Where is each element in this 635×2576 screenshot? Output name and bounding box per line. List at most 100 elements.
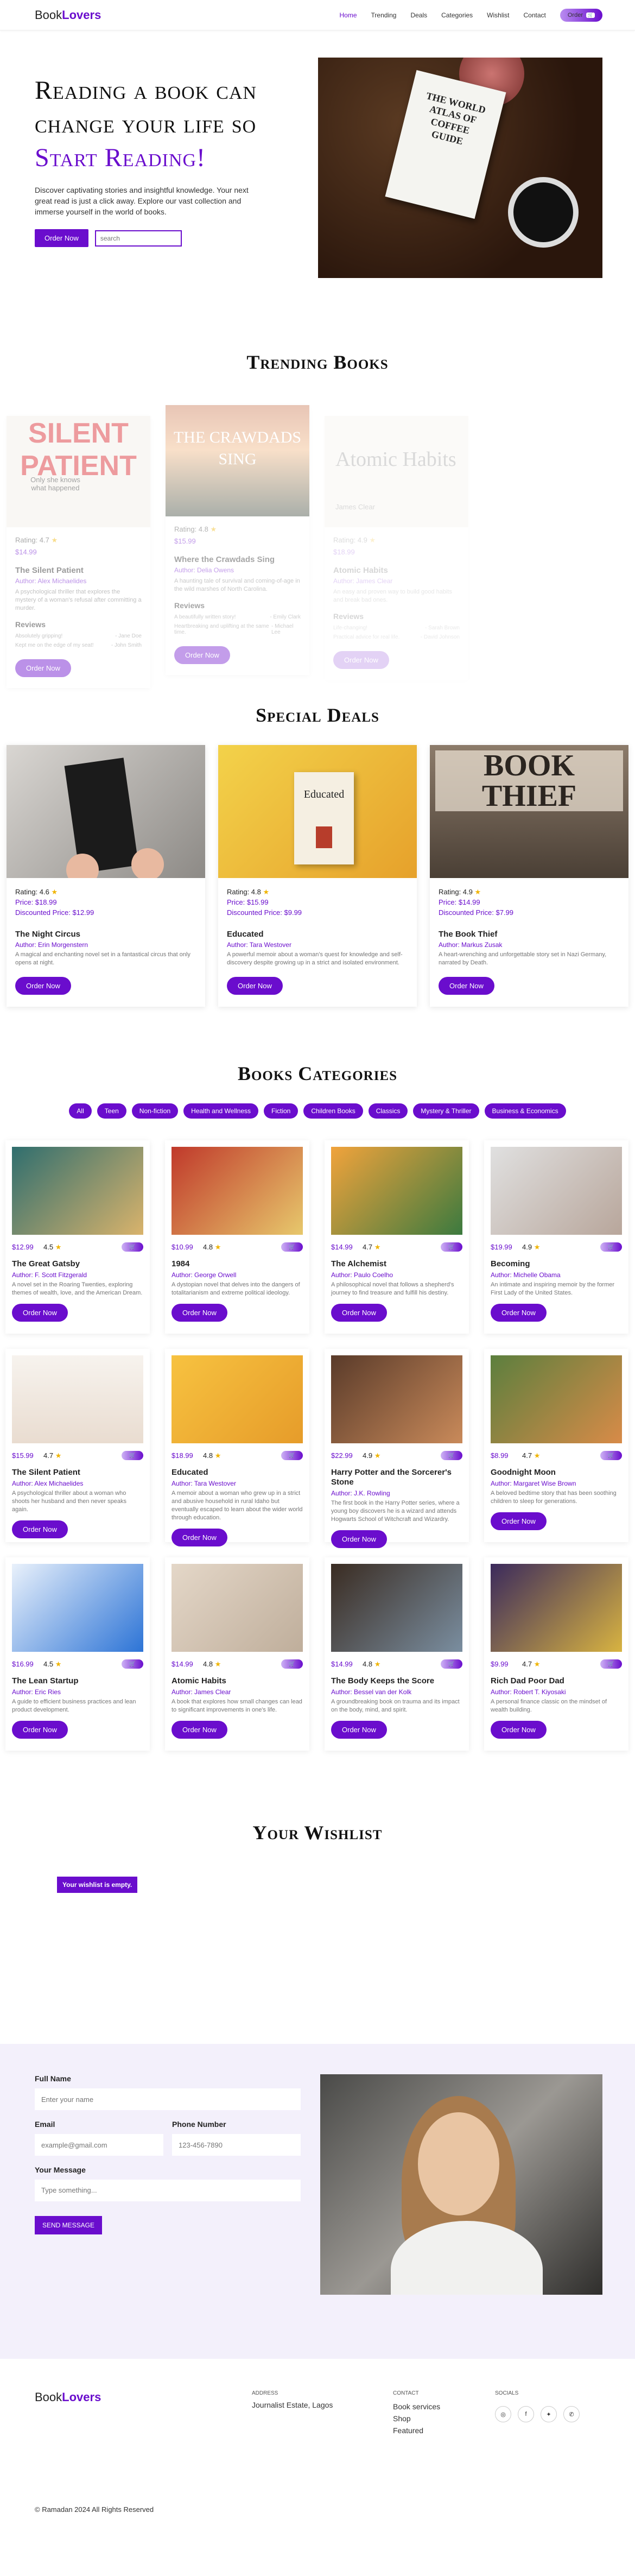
add-to-cart-button[interactable]: 🛒: [600, 1659, 622, 1669]
instagram-icon[interactable]: ◎: [495, 2406, 511, 2422]
book-title: Goodnight Moon: [491, 1468, 556, 1477]
add-to-cart-button[interactable]: 🛒: [440, 1659, 462, 1669]
order-button[interactable]: Order Now: [172, 1304, 227, 1322]
rating-text: Rating: 4.9: [333, 536, 367, 544]
book-cover: [491, 1355, 622, 1443]
order-button[interactable]: Order Now: [331, 1721, 387, 1739]
hero-line-1: Reading a book can: [35, 76, 257, 105]
footer-link-featured[interactable]: Featured: [393, 2425, 495, 2436]
footer-link-book-services[interactable]: Book services: [393, 2401, 495, 2413]
order-button[interactable]: Order Now: [491, 1512, 547, 1530]
contact-image: [320, 2074, 602, 2295]
message-textarea[interactable]: [35, 2180, 301, 2201]
contact-section: Full Name Email Phone Number Your Messag…: [0, 2044, 635, 2359]
order-button[interactable]: Order Now: [12, 1721, 68, 1739]
book-author: Author: James Clear: [172, 1688, 231, 1696]
star-icon: ★: [374, 1451, 381, 1460]
book-title: The Night Circus: [15, 930, 81, 939]
phone-label: Phone Number: [172, 2120, 226, 2129]
add-to-cart-button[interactable]: 🛒: [281, 1659, 303, 1669]
book-description: A psychological thriller about a woman w…: [12, 1490, 126, 1513]
order-button[interactable]: Order Now: [491, 1304, 547, 1322]
book-cover: [12, 1564, 143, 1652]
book-card: $9.99 4.7 ★ 🛒 Rich Dad Poor Dad Author: Robe…: [484, 1557, 628, 1751]
whatsapp-icon[interactable]: ✆: [563, 2406, 580, 2422]
star-icon: ★: [51, 888, 58, 896]
socials-heading: Socials: [495, 2390, 519, 2396]
order-button[interactable]: Order Now: [172, 1721, 227, 1739]
category-chip-mystery[interactable]: Mystery & Thriller: [413, 1103, 479, 1119]
order-button[interactable]: Order Now: [331, 1304, 387, 1322]
add-to-cart-button[interactable]: 🛒: [121, 1451, 143, 1460]
add-to-cart-button[interactable]: 🛒: [440, 1451, 462, 1460]
nav-link-deals[interactable]: Deals: [410, 11, 427, 19]
category-chip-non-fiction[interactable]: Non-fiction: [131, 1103, 179, 1119]
email-input[interactable]: [35, 2134, 163, 2156]
category-chip-children[interactable]: Children Books: [303, 1103, 363, 1119]
category-chip-health[interactable]: Health and Wellness: [183, 1103, 258, 1119]
order-button[interactable]: Order Now: [439, 977, 494, 995]
order-button[interactable]: Order Now: [172, 1529, 227, 1546]
book-author: Author: Eric Ries: [12, 1688, 61, 1696]
book-cover: [172, 1355, 303, 1443]
order-button[interactable]: Order Now: [12, 1520, 68, 1538]
book-title: Educated: [172, 1468, 208, 1477]
order-button[interactable]: Order Now: [174, 646, 230, 664]
add-to-cart-button[interactable]: 🛒: [121, 1242, 143, 1252]
add-to-cart-button[interactable]: 🛒: [600, 1242, 622, 1252]
add-to-cart-button[interactable]: 🛒: [600, 1451, 622, 1460]
rating-text: 4.5: [43, 1659, 54, 1668]
add-to-cart-button[interactable]: 🛒: [281, 1451, 303, 1460]
footer-logo[interactable]: BookLovers: [35, 2390, 252, 2404]
nav-link-categories[interactable]: Categories: [441, 11, 473, 19]
order-button[interactable]: Order Now: [333, 651, 389, 669]
order-button[interactable]: Order Now: [491, 1721, 547, 1739]
book-meta: $14.99 4.8 ★ 🛒: [331, 1659, 462, 1669]
book-rating: 4.8 ★: [203, 1660, 281, 1669]
order-button[interactable]: Order Now: [331, 1530, 387, 1548]
order-button[interactable]: Order Now: [15, 977, 71, 995]
book-description: A magical and enchanting novel set in a …: [15, 951, 190, 966]
review: Kept me on the edge of my seat! - John Sm…: [15, 642, 142, 648]
add-to-cart-button[interactable]: 🛒: [121, 1659, 143, 1669]
category-chip-teen[interactable]: Teen: [97, 1103, 126, 1119]
trending-section: Trending Books SILENT PATIENT Only she k…: [0, 307, 635, 704]
send-message-button[interactable]: SEND MESSAGE: [35, 2216, 103, 2234]
nav-order-button[interactable]: Order 🛒: [560, 8, 602, 22]
trending-card: THE CRAWDADS SING Rating: 4.8 ★ $15.99 W…: [166, 405, 309, 675]
book-author: Author: Erin Morgenstern: [15, 941, 88, 949]
hero-search-input[interactable]: [94, 230, 182, 247]
navbar: BookLovers Home Trending Deals Categorie…: [0, 0, 635, 30]
footer-link-shop[interactable]: Shop: [393, 2413, 495, 2425]
nav-link-home[interactable]: Home: [340, 11, 357, 19]
address-heading: Address: [252, 2390, 278, 2396]
hero-order-button[interactable]: Order Now: [35, 229, 88, 247]
name-input[interactable]: [35, 2088, 301, 2110]
book-meta: $10.99 4.8 ★ 🛒: [172, 1242, 303, 1252]
logo[interactable]: BookLovers: [35, 8, 101, 22]
review: Practical advice for real life. - David J…: [333, 634, 460, 640]
nav-link-contact[interactable]: Contact: [524, 11, 546, 19]
twitter-icon[interactable]: ✦: [541, 2406, 557, 2422]
phone-input[interactable]: [172, 2134, 301, 2156]
category-chip-fiction[interactable]: Fiction: [264, 1103, 299, 1119]
add-to-cart-button[interactable]: 🛒: [440, 1242, 462, 1252]
nav-link-wishlist[interactable]: Wishlist: [487, 11, 509, 19]
order-button[interactable]: Order Now: [15, 659, 71, 677]
book-description: A book that explores how small changes c…: [172, 1699, 302, 1713]
book-cover: [491, 1564, 622, 1652]
add-to-cart-button[interactable]: 🛒: [281, 1242, 303, 1252]
category-chip-all[interactable]: All: [69, 1103, 92, 1119]
order-button[interactable]: Order Now: [12, 1304, 68, 1322]
category-chip-classics[interactable]: Classics: [368, 1103, 408, 1119]
book-title: The Great Gatsby: [12, 1259, 80, 1268]
categories-section: Books Categories All Teen Non-fiction He…: [0, 1062, 635, 1751]
order-button[interactable]: Order Now: [227, 977, 283, 995]
facebook-icon[interactable]: f: [518, 2406, 534, 2422]
star-icon: ★: [369, 536, 376, 544]
category-chip-business[interactable]: Business & Economics: [484, 1103, 566, 1119]
cart-icon: 🛒: [448, 1453, 455, 1459]
book-price: $12.99: [12, 1243, 34, 1251]
nav-link-trending[interactable]: Trending: [371, 11, 397, 19]
book-rating: 4.5 ★: [43, 1243, 122, 1252]
